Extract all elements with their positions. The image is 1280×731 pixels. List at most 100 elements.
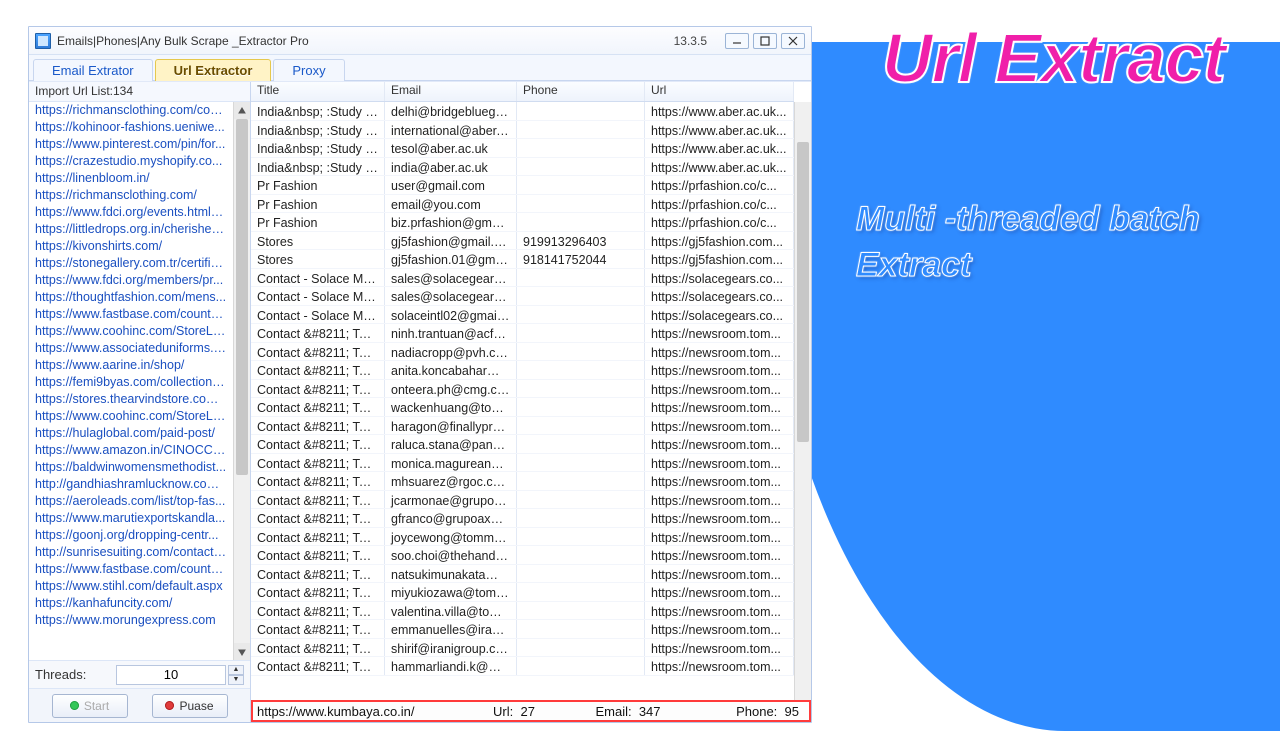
table-row[interactable]: Contact &#8211; Tom...shirif@iranigroup.… <box>251 639 794 658</box>
table-row[interactable]: Contact &#8211; Tom...gfranco@grupoaxo.c… <box>251 509 794 528</box>
import-list-item[interactable]: https://goonj.org/dropping-centr... <box>29 527 233 544</box>
col-url[interactable]: Url <box>645 82 794 101</box>
table-row[interactable]: India&nbsp; :Study Wit...tesol@aber.ac.u… <box>251 139 794 158</box>
cell-email: monica.magureanu@p... <box>385 454 517 472</box>
start-button[interactable]: Start <box>52 694 128 718</box>
cell-title: Contact &#8211; Tom... <box>251 417 385 435</box>
table-row[interactable]: Storesgj5fashion.01@gmail.c...9181417520… <box>251 250 794 269</box>
table-row[interactable]: Pr Fashionuser@gmail.comhttps://prfashio… <box>251 176 794 195</box>
table-row[interactable]: Storesgj5fashion@gmail.com919913296403ht… <box>251 232 794 251</box>
import-list-item[interactable]: https://linenbloom.in/ <box>29 170 233 187</box>
import-list-item[interactable]: https://baldwinwomensmethodist... <box>29 459 233 476</box>
table-row[interactable]: Contact &#8211; Tom...soo.choi@thehandso… <box>251 546 794 565</box>
cell-email: tesol@aber.ac.uk <box>385 139 517 157</box>
import-list-item[interactable]: https://richmansclothing.com/ <box>29 187 233 204</box>
grid-body[interactable]: India&nbsp; :Study Wit...delhi@bridgeblu… <box>251 102 794 700</box>
import-scrollbar[interactable] <box>233 102 250 660</box>
import-list-item[interactable]: http://gandhiashramlucknow.com... <box>29 476 233 493</box>
table-row[interactable]: Contact &#8211; Tom...nadiacropp@pvh.com… <box>251 343 794 362</box>
import-list-item[interactable]: https://richmansclothing.com/con... <box>29 102 233 119</box>
grid-scrollbar[interactable] <box>794 102 811 700</box>
cell-url: https://newsroom.tom... <box>645 639 794 657</box>
threads-spin-up[interactable]: ▲ <box>228 665 244 675</box>
cell-title: Contact &#8211; Tom... <box>251 472 385 490</box>
minimize-button[interactable] <box>725 33 749 49</box>
table-row[interactable]: Contact &#8211; Tom...joycewong@tommy.c.… <box>251 528 794 547</box>
import-list-item[interactable]: https://kanhafuncity.com/ <box>29 595 233 612</box>
pause-button[interactable]: Puase <box>152 694 228 718</box>
import-list-item[interactable]: https://www.fdci.org/members/pr... <box>29 272 233 289</box>
import-list-item[interactable]: https://www.aarine.in/shop/ <box>29 357 233 374</box>
import-list-item[interactable]: https://hulaglobal.com/paid-post/ <box>29 425 233 442</box>
import-list-item[interactable]: https://stores.thearvindstore.com/... <box>29 391 233 408</box>
import-list-item[interactable]: https://www.pinterest.com/pin/for... <box>29 136 233 153</box>
import-list-item[interactable]: https://www.fdci.org/events.html?... <box>29 204 233 221</box>
import-list-item[interactable]: https://www.stihl.com/default.aspx <box>29 578 233 595</box>
import-list-item[interactable]: https://kivonshirts.com/ <box>29 238 233 255</box>
maximize-button[interactable] <box>753 33 777 49</box>
import-list-item[interactable]: http://sunrisesuiting.com/contact-... <box>29 544 233 561</box>
cell-email: user@gmail.com <box>385 176 517 194</box>
import-list-item[interactable]: https://femi9byas.com/collections... <box>29 374 233 391</box>
import-list-item[interactable]: https://aeroleads.com/list/top-fas... <box>29 493 233 510</box>
table-row[interactable]: Contact - Solace Moto...solaceintl02@gma… <box>251 306 794 325</box>
table-row[interactable]: Contact - Solace Moto...sales@solacegear… <box>251 269 794 288</box>
grid-scroll-thumb[interactable] <box>797 142 809 442</box>
import-list-item[interactable]: https://littledrops.org.in/cherished... <box>29 221 233 238</box>
table-row[interactable]: India&nbsp; :Study Wit...international@a… <box>251 121 794 140</box>
import-list-item[interactable]: https://stonegallery.com.tr/certific... <box>29 255 233 272</box>
tab-url-extractor[interactable]: Url Extractor <box>155 59 272 81</box>
table-row[interactable]: Pr Fashionemail@you.comhttps://prfashion… <box>251 195 794 214</box>
table-row[interactable]: Contact &#8211; Tom...monica.magureanu@p… <box>251 454 794 473</box>
table-row[interactable]: Contact &#8211; Tom...miyukiozawa@tommy.… <box>251 583 794 602</box>
import-list-item[interactable]: https://thoughtfashion.com/mens... <box>29 289 233 306</box>
tab-email-extractor[interactable]: Email Extrator <box>33 59 153 81</box>
threads-input[interactable] <box>116 665 226 685</box>
left-panel: Import Url List:134 https://richmansclot… <box>29 82 251 722</box>
import-list-inner[interactable]: https://richmansclothing.com/con...https… <box>29 102 233 660</box>
cell-title: Contact - Solace Moto... <box>251 269 385 287</box>
close-button[interactable] <box>781 33 805 49</box>
scroll-down-icon[interactable] <box>234 643 250 660</box>
table-row[interactable]: Contact - Solace Moto...sales@solacegear… <box>251 287 794 306</box>
table-row[interactable]: Contact &#8211; Tom...jcarmonae@grupoaxo… <box>251 491 794 510</box>
scroll-up-icon[interactable] <box>234 102 250 119</box>
col-phone[interactable]: Phone <box>517 82 645 101</box>
table-row[interactable]: Contact &#8211; Tom...emmanuelles@iranig… <box>251 620 794 639</box>
table-row[interactable]: Contact &#8211; Tom...ninh.trantuan@acfc… <box>251 324 794 343</box>
import-list-item[interactable]: https://www.morungexpress.com <box>29 612 233 629</box>
table-row[interactable]: Contact &#8211; Tom...haragon@finallypre… <box>251 417 794 436</box>
import-list-item[interactable]: https://www.fastbase.com/country... <box>29 561 233 578</box>
import-list-item[interactable]: https://www.coohinc.com/StoreLo... <box>29 323 233 340</box>
cell-phone <box>517 472 645 490</box>
cell-phone <box>517 306 645 324</box>
table-row[interactable]: Contact &#8211; Tom...raluca.stana@pando… <box>251 435 794 454</box>
table-row[interactable]: Contact &#8211; Tom...natsukimunakata@to… <box>251 565 794 584</box>
cell-title: Contact &#8211; Tom... <box>251 435 385 453</box>
tab-proxy[interactable]: Proxy <box>273 59 344 81</box>
import-list-item[interactable]: https://www.amazon.in/CINOCCI-... <box>29 442 233 459</box>
import-list-item[interactable]: https://www.coohinc.com/StoreLo... <box>29 408 233 425</box>
threads-spin-down[interactable]: ▼ <box>228 675 244 685</box>
title-bar[interactable]: Emails|Phones|Any Bulk Scrape _Extractor… <box>29 27 811 55</box>
table-row[interactable]: India&nbsp; :Study Wit...delhi@bridgeblu… <box>251 102 794 121</box>
table-row[interactable]: Pr Fashionbiz.prfashion@gmail.c...https:… <box>251 213 794 232</box>
cell-url: https://newsroom.tom... <box>645 324 794 342</box>
import-list-item[interactable]: https://www.fastbase.com/country... <box>29 306 233 323</box>
table-row[interactable]: Contact &#8211; Tom...onteera.ph@cmg.co.… <box>251 380 794 399</box>
import-list-item[interactable]: https://www.marutiexportskandla... <box>29 510 233 527</box>
table-row[interactable]: Contact &#8211; Tom...hammarliandi.k@map… <box>251 657 794 676</box>
table-row[interactable]: Contact &#8211; Tom...wackenhuang@tommy.… <box>251 398 794 417</box>
col-title[interactable]: Title <box>251 82 385 101</box>
table-row[interactable]: Contact &#8211; Tom...valentina.villa@to… <box>251 602 794 621</box>
import-list-item[interactable]: https://kohinoor-fashions.ueniwe... <box>29 119 233 136</box>
import-list-item[interactable]: https://crazestudio.myshopify.co... <box>29 153 233 170</box>
table-row[interactable]: Contact &#8211; Tom...anita.koncabahar@t… <box>251 361 794 380</box>
table-row[interactable]: India&nbsp; :Study Wit...india@aber.ac.u… <box>251 158 794 177</box>
col-email[interactable]: Email <box>385 82 517 101</box>
scroll-track[interactable] <box>234 119 250 643</box>
import-list-item[interactable]: https://www.associateduniforms.c... <box>29 340 233 357</box>
table-row[interactable]: Contact &#8211; Tom...mhsuarez@rgoc.com.… <box>251 472 794 491</box>
scroll-thumb[interactable] <box>236 119 248 475</box>
cell-phone <box>517 528 645 546</box>
